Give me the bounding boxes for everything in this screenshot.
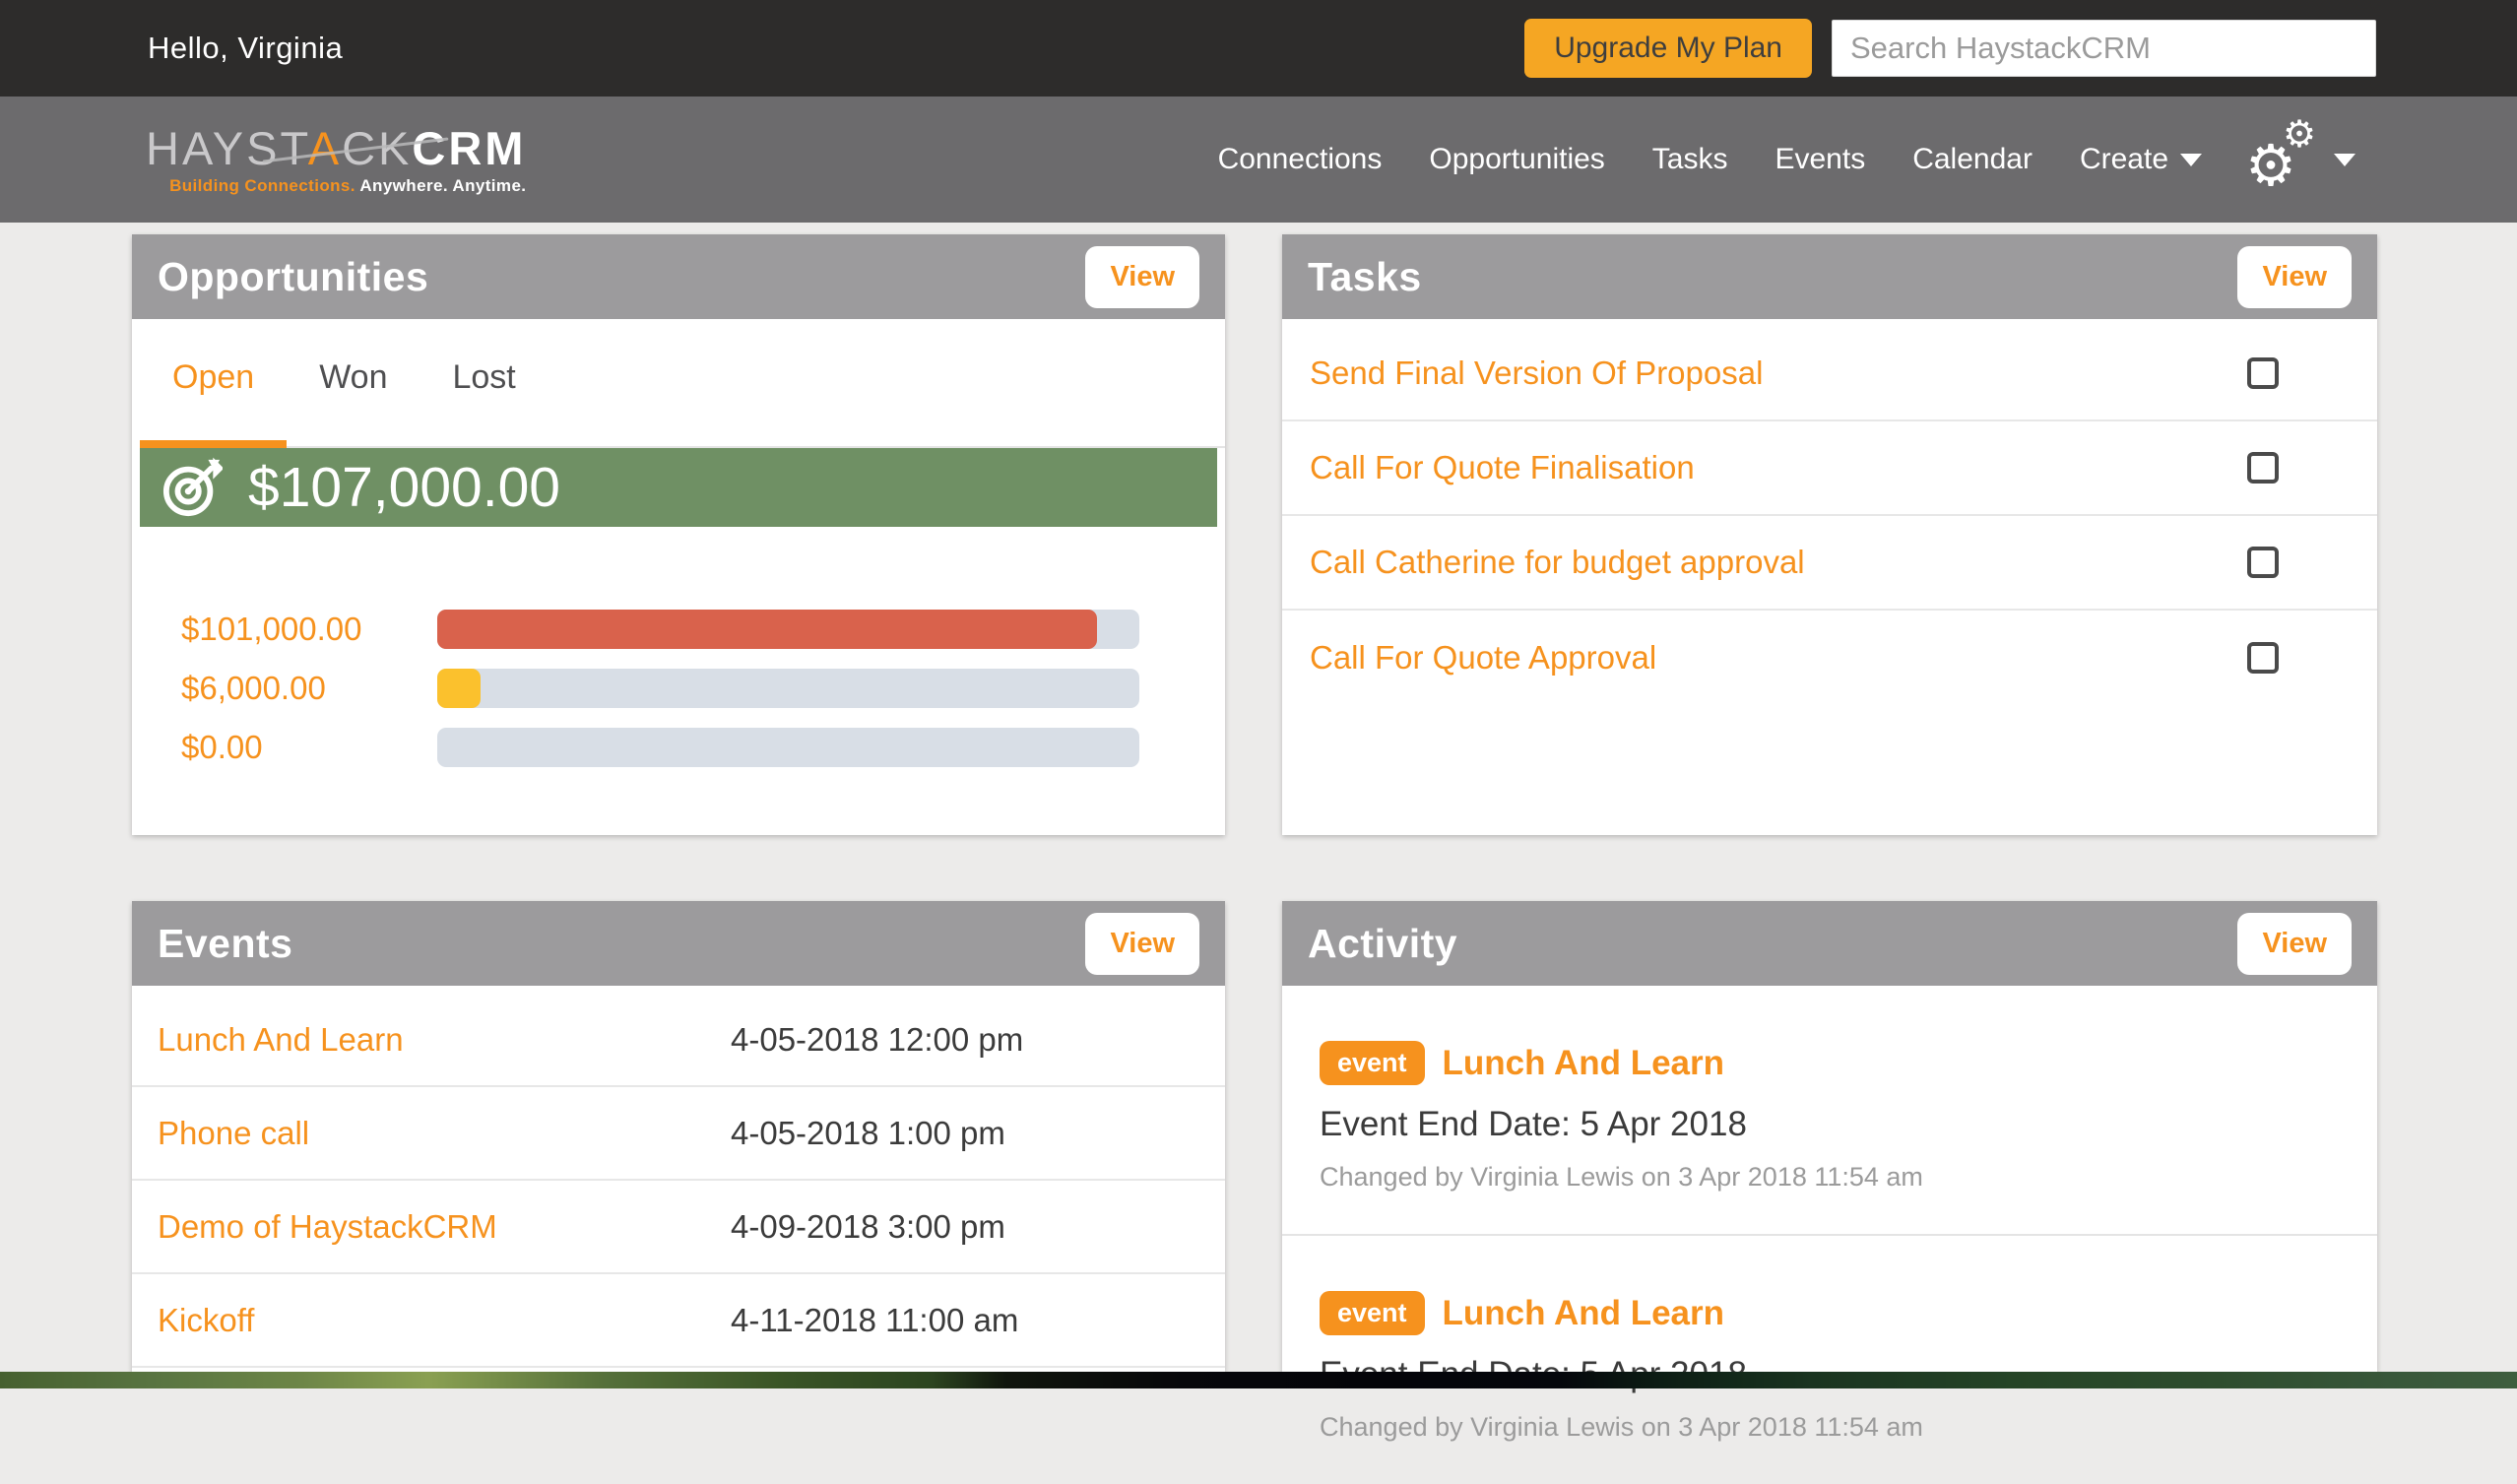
event-link[interactable]: Kickoff — [158, 1302, 731, 1339]
open-total-banner: $107,000.00 — [140, 448, 1217, 527]
activity-event-link[interactable]: Lunch And Learn — [1443, 1294, 1724, 1333]
event-datetime: 4-05-2018 1:00 pm — [731, 1115, 1225, 1152]
chart-row: $0.00 — [132, 718, 1225, 777]
events-card-header: Events View — [132, 901, 1225, 986]
chart-row: $6,000.00 — [132, 659, 1225, 718]
tab-lost[interactable]: Lost — [420, 358, 548, 448]
event-datetime: 4-11-2018 11:00 am — [731, 1302, 1225, 1339]
nav-item-events[interactable]: Events — [1775, 143, 1865, 176]
opportunities-tabs: Open Won Lost — [140, 358, 1217, 448]
task-link[interactable]: Call For Quote Approval — [1310, 639, 1656, 677]
event-type-badge: event — [1320, 1291, 1425, 1335]
opportunities-card-header: Opportunities View — [132, 234, 1225, 319]
event-link[interactable]: Lunch And Learn — [158, 1021, 731, 1059]
activity-meta: Changed by Virginia Lewis on 3 Apr 2018 … — [1320, 1412, 2348, 1443]
nav-item-tasks[interactable]: Tasks — [1652, 143, 1728, 176]
task-checkbox[interactable] — [2247, 547, 2279, 578]
settings-gears-icon: ⚙ ⚙ — [2249, 120, 2320, 199]
chart-row-fill — [437, 669, 481, 708]
haystackcrm-logo[interactable]: HAYSTACKCRM Building Connections. Anywhe… — [146, 125, 526, 194]
nav-item-calendar[interactable]: Calendar — [1912, 143, 2033, 176]
settings-dropdown[interactable]: ⚙ ⚙ — [2249, 120, 2356, 199]
opportunities-title: Opportunities — [158, 254, 428, 300]
tasks-card: Tasks View Send Final Version Of Proposa… — [1282, 234, 2377, 835]
events-view-button[interactable]: View — [1085, 913, 1199, 975]
user-greeting: Hello, Virginia — [148, 31, 343, 66]
event-link[interactable]: Demo of HaystackCRM — [158, 1208, 731, 1246]
event-list: Lunch And Learn 4-05-2018 12:00 pm Phone… — [132, 986, 1225, 1368]
task-link[interactable]: Send Final Version Of Proposal — [1310, 355, 1763, 392]
event-type-badge: event — [1320, 1041, 1425, 1085]
tasks-card-header: Tasks View — [1282, 234, 2377, 319]
event-row: Demo of HaystackCRM 4-09-2018 3:00 pm — [132, 1181, 1225, 1274]
search-input[interactable] — [1832, 20, 2376, 77]
event-row: Phone call 4-05-2018 1:00 pm — [132, 1087, 1225, 1181]
tab-open[interactable]: Open — [140, 358, 287, 448]
chart-row: $101,000.00 — [132, 600, 1225, 659]
tasks-view-button[interactable]: View — [2237, 246, 2352, 308]
events-title: Events — [158, 921, 292, 967]
nav-links: Connections Opportunities Tasks Events C… — [1218, 120, 2356, 199]
top-bar-actions: Upgrade My Plan — [1524, 19, 2376, 78]
chart-row-fill — [437, 610, 1097, 649]
activity-card-header: Activity View — [1282, 901, 2377, 986]
upgrade-plan-button[interactable]: Upgrade My Plan — [1524, 19, 1812, 78]
task-list: Send Final Version Of Proposal Call For … — [1282, 319, 2377, 705]
caret-down-icon — [2180, 154, 2202, 166]
chart-row-label: $0.00 — [181, 729, 437, 766]
event-datetime: 4-05-2018 12:00 pm — [731, 1021, 1225, 1059]
open-total-value: $107,000.00 — [248, 455, 560, 520]
task-row: Call Catherine for budget approval — [1282, 516, 2377, 611]
create-label: Create — [2080, 143, 2168, 176]
activity-event-link[interactable]: Lunch And Learn — [1443, 1044, 1724, 1083]
caret-down-icon — [2334, 154, 2356, 166]
task-checkbox[interactable] — [2247, 357, 2279, 389]
logo-text-a: A — [308, 122, 342, 174]
chart-row-label: $6,000.00 — [181, 670, 437, 707]
chart-row-track — [437, 669, 1139, 708]
chart-row-label: $101,000.00 — [181, 611, 437, 648]
events-card: Events View Lunch And Learn 4-05-2018 12… — [132, 901, 1225, 1372]
opportunities-card: Opportunities View Open Won Lost $107,00… — [132, 234, 1225, 835]
activity-card: Activity View event Lunch And Learn Even… — [1282, 901, 2377, 1372]
background-photo-strip — [0, 1372, 2517, 1388]
event-row: Kickoff 4-11-2018 11:00 am — [132, 1274, 1225, 1368]
top-bar: Hello, Virginia Upgrade My Plan — [0, 0, 2517, 97]
tab-won[interactable]: Won — [287, 358, 420, 448]
nav-item-opportunities[interactable]: Opportunities — [1429, 143, 1604, 176]
event-link[interactable]: Phone call — [158, 1115, 731, 1152]
activity-view-button[interactable]: View — [2237, 913, 2352, 975]
activity-item: event Lunch And Learn Event End Date: 5 … — [1282, 1236, 2377, 1484]
opportunities-bar-chart: $101,000.00 $6,000.00 $0.00 — [132, 600, 1225, 777]
task-row: Call For Quote Finalisation — [1282, 421, 2377, 516]
task-link[interactable]: Call Catherine for budget approval — [1310, 544, 1805, 581]
logo-text-hayst: HAYST — [146, 122, 308, 174]
event-row: Lunch And Learn 4-05-2018 12:00 pm — [132, 994, 1225, 1087]
task-link[interactable]: Call For Quote Finalisation — [1310, 449, 1695, 486]
nav-item-connections[interactable]: Connections — [1218, 143, 1383, 176]
activity-list: event Lunch And Learn Event End Date: 5 … — [1282, 986, 2377, 1484]
bullseye-arrow-icon — [161, 457, 223, 518]
task-row: Call For Quote Approval — [1282, 611, 2377, 705]
activity-title: Activity — [1308, 921, 1457, 967]
task-row: Send Final Version Of Proposal — [1282, 327, 2377, 421]
activity-item: event Lunch And Learn Event End Date: 5 … — [1282, 986, 2377, 1236]
chart-row-track — [437, 610, 1139, 649]
activity-detail: Event End Date: 5 Apr 2018 — [1320, 1105, 2348, 1144]
logo-tagline: Building Connections. Anywhere. Anytime. — [146, 177, 526, 194]
event-datetime: 4-09-2018 3:00 pm — [731, 1208, 1225, 1246]
create-dropdown[interactable]: Create — [2080, 143, 2202, 176]
tasks-title: Tasks — [1308, 254, 1422, 300]
task-checkbox[interactable] — [2247, 642, 2279, 674]
opportunities-view-button[interactable]: View — [1085, 246, 1199, 308]
task-checkbox[interactable] — [2247, 452, 2279, 484]
main-nav-bar: HAYSTACKCRM Building Connections. Anywhe… — [0, 97, 2517, 223]
chart-row-track — [437, 728, 1139, 767]
logo-text-crm: CRM — [412, 122, 526, 174]
activity-meta: Changed by Virginia Lewis on 3 Apr 2018 … — [1320, 1162, 2348, 1193]
